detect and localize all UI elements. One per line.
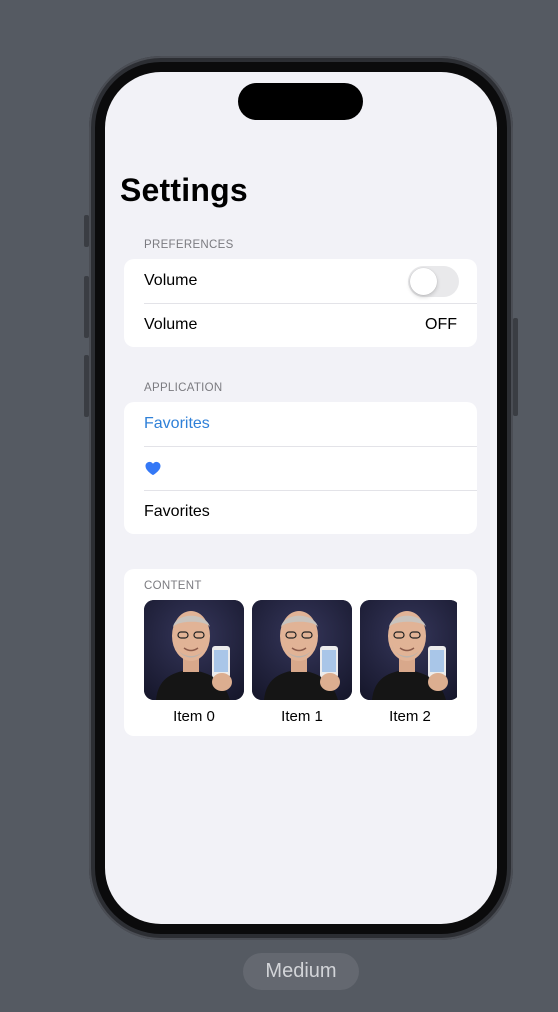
favorites-link-row[interactable]: Favorites [124,402,477,446]
favorites-label: Favorites [144,503,210,520]
application-section-header: APPLICATION [144,382,223,394]
volume-up-button [84,276,89,338]
volume-value: OFF [425,316,457,333]
heart-icon[interactable] [144,459,162,477]
toggle-knob [410,267,437,295]
portrait-photo[interactable] [252,600,352,700]
gallery-item-label: Item 0 [173,708,215,725]
content-gallery[interactable]: Item 0 Item 1 Item 2 [144,600,457,730]
content-section-header: CONTENT [144,580,202,592]
volume-toggle[interactable] [408,265,459,297]
preferences-section-header: PREFERENCES [144,239,234,251]
gallery-item[interactable]: Item 0 [144,600,244,730]
favorites-row: Favorites [124,490,477,534]
heart-row[interactable] [124,446,477,490]
size-label-pill: Medium [243,953,359,990]
volume-value-label: Volume [144,316,198,333]
portrait-photo[interactable] [144,600,244,700]
gallery-item[interactable]: Item 2 [360,600,457,730]
favorites-link[interactable]: Favorites [144,415,210,433]
gallery-item-label: Item 2 [389,708,431,725]
preferences-card: Volume Volume OFF [124,259,477,347]
volume-value-row: Volume OFF [124,303,477,347]
portrait-photo[interactable] [360,600,457,700]
power-button [513,318,518,416]
application-card: Favorites Favorites [124,402,477,534]
content-card: CONTENT Item 0 Item 1 Item 2 [124,569,477,736]
volume-toggle-label: Volume [144,272,198,289]
volume-toggle-row: Volume [124,259,477,303]
volume-down-button [84,355,89,417]
page-title: Settings [120,172,248,208]
gallery-item[interactable]: Item 1 [252,600,352,730]
gallery-item-label: Item 1 [281,708,323,725]
screen: Settings PREFERENCES Volume Volume OFF A… [105,72,497,924]
dynamic-island [238,83,363,120]
action-button [84,215,89,247]
size-label: Medium [265,960,337,982]
